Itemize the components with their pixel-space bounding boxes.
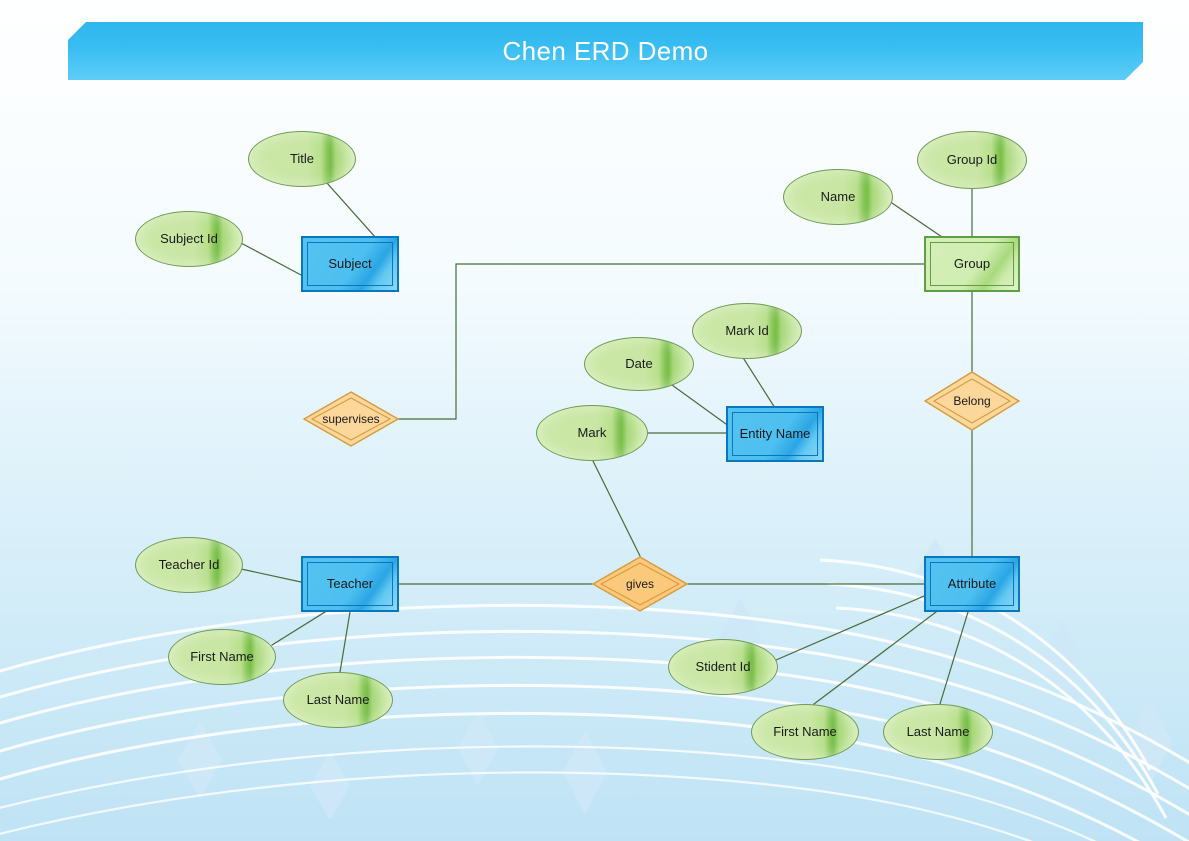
entity-label: Entity Name [739,425,811,441]
attribute-mark-id[interactable]: Mark Id [692,303,802,359]
connector-name-group [888,200,949,242]
connector-subjectid-subject [240,242,302,276]
attribute-label: Last Name [306,691,370,707]
connector-afirstname-attribute [813,611,937,705]
attribute-label: Stident Id [695,658,751,674]
connector-mark-gives [592,460,641,557]
attribute-label: Group Id [946,151,998,167]
relationship-belong[interactable]: Belong [923,371,1021,431]
entity-subject[interactable]: Subject [301,236,399,292]
connector-tfirstname-teacher [271,611,326,646]
entity-entity-name[interactable]: Entity Name [726,406,824,462]
attribute-student-last-name[interactable]: Last Name [883,704,993,760]
attribute-mark[interactable]: Mark [536,405,648,461]
attribute-label: Date [625,355,653,371]
entity-label: Attribute [947,575,997,591]
entity-inner-border: Subject [307,242,393,286]
entity-teacher[interactable]: Teacher [301,556,399,612]
relationship-supervises[interactable]: supervises [302,391,400,447]
attribute-teacher-last-name[interactable]: Last Name [283,672,393,728]
entity-inner-border: Entity Name [732,412,818,456]
attribute-group-id[interactable]: Group Id [917,131,1027,189]
connector-teacherid-teacher [240,568,302,583]
attribute-label: Subject Id [160,230,218,246]
attribute-label: Title [289,150,315,166]
attribute-label: Teacher Id [158,556,220,572]
entity-label: Group [953,255,991,271]
attribute-label: Mark Id [725,322,769,338]
connector-alastname-attribute [939,611,969,705]
attribute-teacher-first-name[interactable]: First Name [168,629,276,685]
connector-markid-entityname [741,355,776,409]
page-title-banner: Chen ERD Demo [68,22,1143,80]
attribute-stident-id[interactable]: Stident Id [668,639,778,695]
entity-inner-border: Teacher [307,562,393,606]
attribute-date[interactable]: Date [584,337,694,391]
connector-title-subject [326,182,377,239]
attribute-label: Mark [577,424,607,440]
attribute-name[interactable]: Name [783,169,893,225]
entity-attribute[interactable]: Attribute [924,556,1020,612]
attribute-student-first-name[interactable]: First Name [751,704,859,760]
attribute-label: First Name [773,723,837,739]
attribute-label: First Name [190,648,254,664]
attribute-label: Last Name [906,723,970,739]
diagram-canvas: Chen ERD Demo Title Subject Id Group Id … [0,0,1189,841]
attribute-teacher-id[interactable]: Teacher Id [135,537,243,593]
diamond-outer [302,391,400,447]
entity-label: Teacher [326,575,374,591]
attribute-title[interactable]: Title [248,131,356,187]
entity-label: Subject [328,255,372,271]
connector-tlastname-teacher [339,611,351,673]
entity-group[interactable]: Group [924,236,1020,292]
page-title: Chen ERD Demo [502,35,709,66]
connector-stidentid-attribute [775,595,925,661]
attribute-subject-id[interactable]: Subject Id [135,211,243,267]
attribute-label: Name [820,188,856,204]
entity-inner-border: Group [930,242,1014,286]
diamond-outer [591,556,689,612]
diamond-outer [923,371,1021,431]
entity-inner-border: Attribute [930,562,1014,606]
relationship-gives[interactable]: gives [591,556,689,612]
connector-date-entityname [671,384,727,425]
